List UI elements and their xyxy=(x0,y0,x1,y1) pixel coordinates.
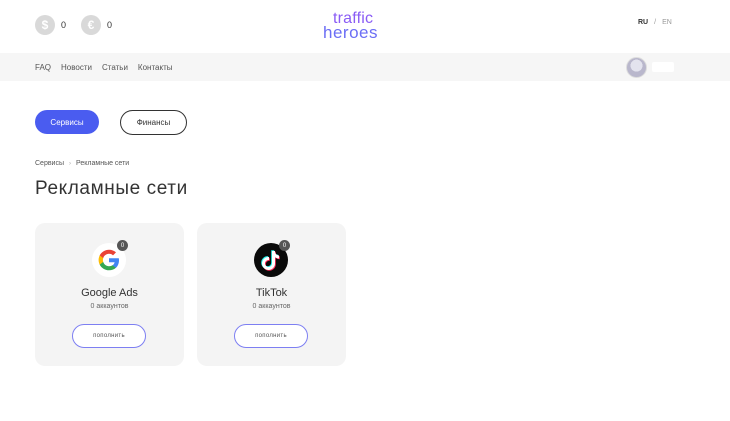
service-card-tiktok[interactable]: 0 TikTok 0 аккаунтов пополнить xyxy=(197,223,346,366)
logo[interactable]: traffic heroes xyxy=(323,10,383,42)
nav-item-contacts[interactable]: Контакты xyxy=(138,63,173,72)
breadcrumb-root[interactable]: Сервисы xyxy=(35,160,64,167)
top-up-button[interactable]: пополнить xyxy=(72,324,146,348)
usd-balance[interactable]: $ 0 xyxy=(35,15,66,35)
lang-ru[interactable]: RU xyxy=(638,19,648,26)
dollar-coin-icon: $ xyxy=(35,15,55,35)
breadcrumb-separator: › xyxy=(69,160,72,167)
nav-item-articles[interactable]: Статьи xyxy=(102,63,128,72)
nav-item-news[interactable]: Новости xyxy=(61,63,92,72)
account-count-badge: 0 xyxy=(279,240,290,251)
finance-tab-button[interactable]: Финансы xyxy=(120,110,187,135)
main-nav: FAQ Новости Статьи Контакты xyxy=(35,63,172,72)
usd-balance-amount: 0 xyxy=(61,20,67,30)
account-count-badge: 0 xyxy=(117,240,128,251)
eur-balance[interactable]: € 0 xyxy=(81,15,112,35)
nav-item-faq[interactable]: FAQ xyxy=(35,63,51,72)
avatar[interactable] xyxy=(626,57,647,78)
eur-balance-amount: 0 xyxy=(107,20,113,30)
service-card-google-ads[interactable]: 0 Google Ads 0 аккаунтов пополнить xyxy=(35,223,184,366)
service-name: TikTok xyxy=(255,287,288,299)
top-up-button[interactable]: пополнить xyxy=(234,324,308,348)
breadcrumb: Сервисы › Рекламные сети xyxy=(35,160,129,167)
lang-en[interactable]: EN xyxy=(662,19,672,26)
service-name: Google Ads xyxy=(81,287,138,299)
lang-separator: / xyxy=(654,19,657,26)
accounts-count: 0 аккаунтов xyxy=(252,303,291,310)
breadcrumb-current: Рекламные сети xyxy=(76,160,130,167)
services-tab-button[interactable]: Сервисы xyxy=(35,110,99,134)
top-header: $ 0 € 0 traffic heroes RU / EN xyxy=(0,0,730,53)
user-name-placeholder[interactable] xyxy=(652,62,674,72)
language-switcher: RU / EN xyxy=(638,19,672,26)
page-title: Рекламные сети xyxy=(35,178,188,199)
euro-coin-icon: € xyxy=(81,15,101,35)
logo-line2: heroes xyxy=(323,23,378,42)
nav-bar: FAQ Новости Статьи Контакты xyxy=(0,53,730,81)
accounts-count: 0 аккаунтов xyxy=(90,303,129,310)
